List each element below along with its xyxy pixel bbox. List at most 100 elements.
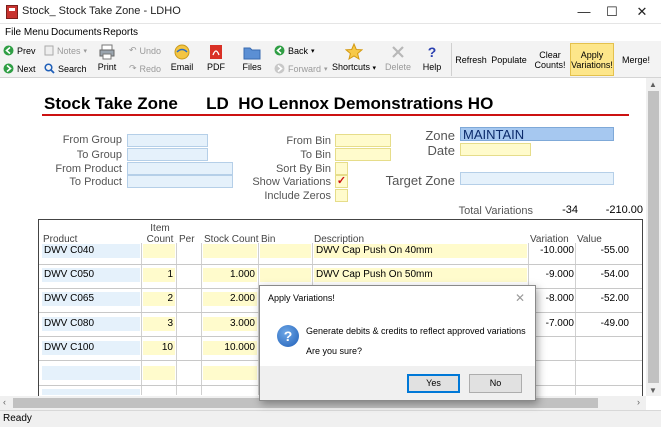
grid-value-cell: -54.00 — [600, 269, 629, 280]
grid-product-cell[interactable]: DWV C040 — [42, 244, 140, 258]
scroll-down-icon[interactable]: ▼ — [649, 386, 657, 395]
vertical-scroll-thumb[interactable] — [648, 91, 659, 383]
total-variations-label: Total Variations — [458, 205, 533, 217]
to-product-field[interactable] — [127, 175, 233, 188]
grid-column-divider — [141, 243, 142, 395]
populate-button[interactable]: Populate — [490, 43, 528, 76]
grid-bin-cell[interactable] — [260, 244, 311, 258]
include-zeros-checkbox[interactable] — [335, 189, 348, 202]
sort-by-bin-label: Sort By Bin — [275, 163, 331, 175]
zone-field[interactable]: MAINTAIN — [460, 127, 614, 141]
apply-variations-button[interactable]: Apply Variations! — [570, 43, 614, 76]
scroll-right-icon[interactable]: › — [637, 397, 640, 407]
total-variations-qty: -34 — [562, 204, 578, 216]
grid-product-cell[interactable]: DWV C050 — [42, 268, 140, 282]
notes-dropdown-icon: ▾ — [83, 47, 88, 55]
grid-stock-cell[interactable]: 1.000 — [203, 268, 257, 282]
to-group-field[interactable] — [127, 148, 208, 161]
next-label: Next — [17, 63, 36, 74]
refresh-button[interactable]: Refresh — [453, 43, 489, 76]
forward-dropdown-icon: ▾ — [324, 65, 328, 73]
forward-arrow-icon — [274, 63, 285, 74]
dialog-close-icon[interactable]: ✕ — [515, 291, 525, 305]
undo-button[interactable]: ↶ Undo — [129, 45, 161, 56]
grid-stock-cell[interactable]: 2.000 — [203, 292, 257, 306]
from-product-field[interactable] — [127, 162, 233, 175]
minimize-button[interactable]: — — [569, 0, 599, 24]
back-button[interactable]: Back ▾ — [274, 45, 315, 56]
date-field[interactable] — [460, 143, 531, 156]
grid-product-cell[interactable] — [42, 366, 140, 380]
apply-variations-line1: Apply — [580, 49, 604, 60]
help-icon: ? — [427, 44, 437, 60]
menu-file[interactable]: File Menu — [5, 27, 49, 38]
status-bar: Ready — [0, 410, 661, 427]
grid-description-cell[interactable]: DWV Cap Push On 40mm — [314, 244, 527, 258]
heading-underline — [42, 114, 629, 116]
window-title: Stock_ Stock Take Zone - LDHO — [22, 5, 181, 17]
show-variations-checkbox[interactable]: ✓ — [335, 175, 348, 188]
shortcuts-label: Shortcuts — [331, 62, 370, 72]
redo-button[interactable]: ↷ Redo — [129, 63, 161, 74]
grid-count-cell[interactable]: 3 — [143, 317, 175, 331]
delete-label: Delete — [384, 62, 411, 72]
grid-count-cell[interactable] — [143, 366, 175, 380]
no-button[interactable]: No — [469, 374, 522, 393]
grid-product-cell[interactable] — [42, 389, 140, 395]
grid-column-divider — [176, 243, 177, 395]
prev-button[interactable]: Prev — [3, 45, 36, 56]
from-group-field[interactable] — [127, 134, 208, 147]
dialog-body — [260, 310, 535, 366]
maximize-button[interactable]: ☐ — [597, 0, 627, 24]
close-button[interactable]: ✕ — [627, 0, 657, 24]
scroll-up-icon[interactable]: ▲ — [649, 80, 657, 89]
grid-product-cell[interactable]: DWV C100 — [42, 341, 140, 355]
grid-stock-cell[interactable]: 10.000 — [203, 341, 257, 355]
clear-counts-button[interactable]: Clear Counts! — [531, 43, 569, 76]
search-button[interactable]: Search — [44, 63, 87, 74]
yes-button[interactable]: Yes — [407, 374, 460, 393]
shortcuts-button[interactable]: Shortcuts ▾ — [330, 43, 378, 72]
grid-count-cell[interactable]: 1 — [143, 268, 175, 282]
delete-x-icon — [392, 46, 404, 58]
files-button[interactable]: Files — [240, 44, 264, 72]
to-bin-field[interactable] — [335, 148, 391, 161]
grid-product-cell[interactable]: DWV C065 — [42, 292, 140, 306]
grid-row-divider — [39, 264, 642, 265]
grid-description-cell[interactable]: DWV Cap Push On 50mm — [314, 268, 527, 282]
apply-variations-dialog: Apply Variations! ✕ ? Generate debits & … — [259, 285, 536, 401]
notes-button[interactable]: Notes ▾ — [44, 45, 87, 56]
help-button[interactable]: ? Help — [420, 44, 444, 72]
menu-documents[interactable]: Documents — [51, 27, 102, 38]
grid-bin-cell[interactable] — [260, 268, 311, 282]
email-icon — [174, 44, 190, 60]
undo-label: Undo — [139, 45, 162, 56]
to-group-label: To Group — [76, 149, 122, 161]
grid-count-cell[interactable] — [143, 244, 175, 258]
app-icon — [6, 5, 18, 19]
target-zone-field[interactable] — [460, 172, 614, 185]
grid-variation-cell: -8.000 — [545, 293, 574, 304]
grid-stock-cell[interactable] — [203, 244, 257, 258]
print-button[interactable]: Print — [95, 44, 119, 72]
sort-by-bin-checkbox[interactable] — [335, 162, 348, 175]
grid-value-cell: -49.00 — [600, 318, 629, 329]
grid-stock-cell[interactable]: 3.000 — [203, 317, 257, 331]
email-button[interactable]: Email — [169, 44, 195, 72]
grid-count-cell[interactable]: 2 — [143, 292, 175, 306]
forward-button[interactable]: Forward ▾ — [274, 63, 328, 74]
col-per-header: Per — [179, 234, 195, 245]
grid-value-cell: -55.00 — [600, 245, 629, 256]
grid-product-cell[interactable]: DWV C080 — [42, 317, 140, 331]
next-button[interactable]: Next — [3, 63, 36, 74]
pdf-button[interactable]: PDF — [205, 44, 227, 72]
menu-reports[interactable]: Reports — [103, 27, 138, 38]
clear-counts-line2: Counts! — [534, 59, 566, 70]
grid-stock-cell[interactable] — [203, 366, 257, 380]
from-bin-field[interactable] — [335, 134, 391, 147]
grid-count-cell[interactable]: 10 — [143, 341, 175, 355]
scroll-left-icon[interactable]: ‹ — [3, 397, 6, 407]
merge-button[interactable]: Merge! — [617, 43, 655, 76]
forward-label: Forward — [288, 63, 322, 74]
delete-button[interactable]: Delete — [384, 44, 412, 72]
